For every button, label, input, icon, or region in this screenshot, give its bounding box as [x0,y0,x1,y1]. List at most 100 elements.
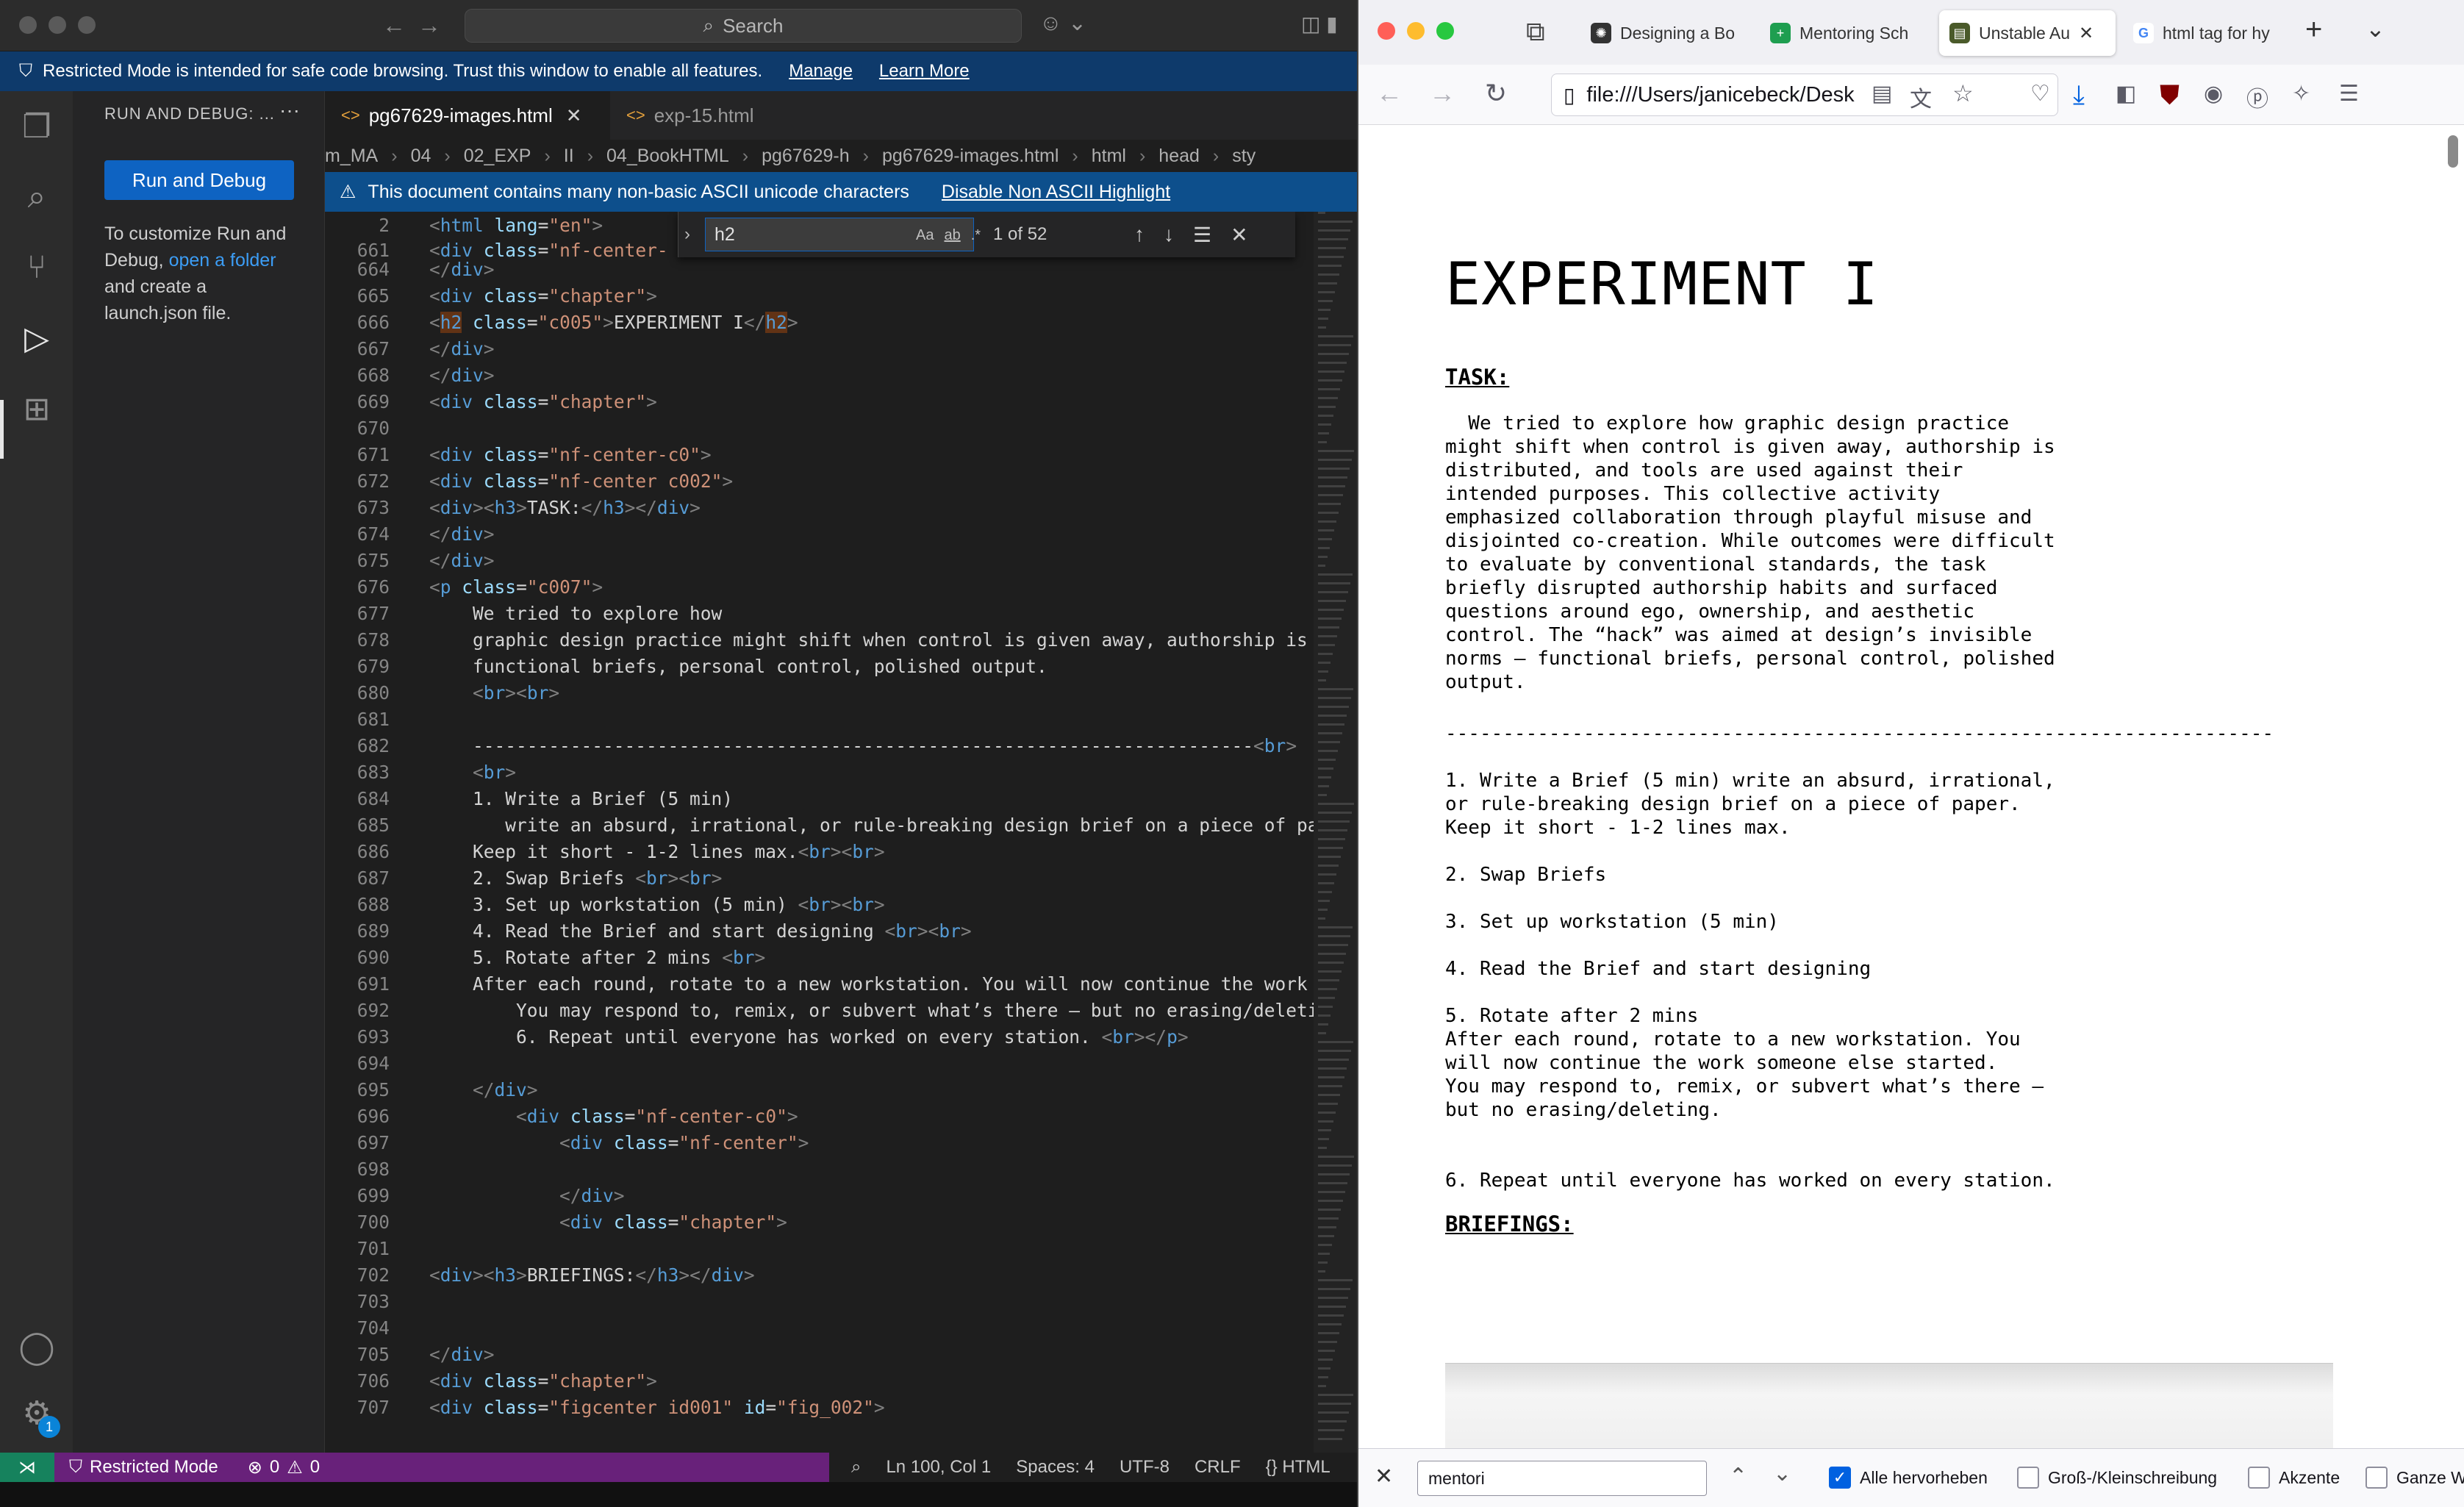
tab-list-chevron-icon[interactable]: ⌄ [2365,15,2385,43]
code-line[interactable]: 698 [325,1156,1314,1182]
code-line[interactable]: 670 [325,415,1314,441]
chevron-up-icon[interactable]: ⌃ [1729,1464,1747,1489]
code-line[interactable]: 678 graphic design practice might shift … [325,626,1314,653]
disable-ascii-highlight-link[interactable]: Disable Non ASCII Highlight [942,182,1170,203]
download-icon[interactable]: ⤓ [2073,79,2085,111]
code-line[interactable]: 673 <div><h3>TASK:</h3></div> [325,494,1314,520]
code-line[interactable]: 675 </div> [325,547,1314,573]
code-line[interactable]: 684 1. Write a Brief (5 min) [325,785,1314,812]
code-line[interactable]: 705 </div> [325,1341,1314,1367]
breadcrumb-item[interactable]: 04_BookHTML [606,146,729,167]
remote-icon[interactable]: ⋊ [0,1453,54,1482]
close-window-button[interactable] [19,16,37,34]
whole-word-icon[interactable]: ab [944,227,960,244]
tab-overview-icon[interactable]: ⧉ [1526,16,1545,48]
breadcrumb-item[interactable]: II [564,146,574,167]
minimize-window-button[interactable] [49,16,66,34]
regex-icon[interactable]: .* [971,227,981,244]
command-center-search[interactable]: ⌕ Search [465,9,1022,43]
code-line[interactable]: 687 2. Swap Briefs <br><br> [325,865,1314,891]
zoom-window-button[interactable] [78,16,96,34]
code-line[interactable]: 691 After each round, rotate to a new wo… [325,970,1314,997]
extensions-icon[interactable]: ✧ [2292,81,2310,107]
reader-view-icon[interactable]: ▤ [1872,81,1892,107]
whole-words-checkbox[interactable]: Ganze W [2365,1467,2464,1489]
close-icon[interactable]: ✕ [566,104,582,127]
code-line[interactable]: 695 </div> [325,1076,1314,1103]
code-line[interactable]: 690 5. Rotate after 2 mins <br> [325,944,1314,970]
code-editor[interactable]: 2 <html lang="en"> 661 <div class="nf-cente… [325,212,1357,1453]
code-line[interactable]: 706 <div class="chapter"> [325,1367,1314,1394]
chevron-down-icon[interactable]: ⌄ [1773,1461,1791,1486]
code-line[interactable]: 699 </div> [325,1182,1314,1209]
find-in-selection-icon[interactable]: ☰ [1193,223,1211,247]
ublock-icon[interactable]: ⛊ [2160,79,2180,111]
learn-more-link[interactable]: Learn More [879,61,970,82]
browser-tab-unstable[interactable]: ▤ Unstable Au ✕ [1939,10,2116,56]
code-line[interactable]: 702 <div><h3>BRIEFINGS:</h3></div> [325,1261,1314,1288]
close-window-button[interactable] [1378,22,1395,40]
code-line[interactable]: 664 </div> [325,256,1314,282]
tab-pg67629-images[interactable]: <> pg67629-images.html ✕ [325,91,610,140]
reload-icon[interactable]: ↻ [1485,78,1507,109]
code-line[interactable]: 666 <h2 class="c005">EXPERIMENT I</h2> [325,309,1314,335]
close-icon[interactable]: ✕ [1231,223,1247,247]
code-line[interactable]: 689 4. Read the Brief and start designin… [325,917,1314,944]
code-line[interactable]: 681 [325,706,1314,732]
code-line[interactable]: 696 <div class="nf-center-c0"> [325,1103,1314,1129]
forward-icon[interactable]: → [1429,78,1455,109]
code-line[interactable]: 692 You may respond to, remix, or subver… [325,997,1319,1023]
language-mode[interactable]: {} HTML [1266,1457,1331,1478]
code-line[interactable]: 669 <div class="chapter"> [325,388,1314,415]
breadcrumb-item[interactable]: pg67629-h [762,146,850,167]
translate-icon[interactable]: 文 [1910,81,1932,113]
search-icon[interactable]: ⌕ [16,176,57,218]
url-bar[interactable]: ▯ file:///Users/janicebeck/Desk [1551,74,2058,116]
scrollbar-thumb[interactable] [2448,135,2458,168]
manage-link[interactable]: Manage [789,61,853,82]
code-line[interactable]: 676 <p class="c007"> [325,573,1314,600]
run-and-debug-button[interactable]: Run and Debug [104,160,294,200]
zoom-icon[interactable]: ⌕ [851,1457,861,1478]
code-line[interactable]: 693 6. Repeat until everyone has worked … [325,1023,1314,1050]
extensions-icon[interactable]: ⊞ [16,388,57,429]
folder-link[interactable]: folder [230,250,276,271]
code-line[interactable]: 685 write an absurd, irrational, or rule… [325,812,1319,838]
code-line[interactable]: 665 <div class="chapter"> [325,282,1314,309]
tab-exp-15[interactable]: <> exp-15.html [610,91,831,140]
chevron-right-icon[interactable]: › [684,224,690,245]
more-actions-icon[interactable]: ··· [279,99,300,122]
encoding[interactable]: UTF-8 [1120,1457,1170,1478]
arrow-right-icon[interactable]: → [418,12,441,39]
end-of-line[interactable]: CRLF [1195,1457,1241,1478]
sidebar-icon[interactable]: ◧ [2116,81,2136,107]
match-case-checkbox[interactable]: Groß-/Kleinschreibung [2017,1467,2217,1489]
indentation[interactable]: Spaces: 4 [1016,1457,1095,1478]
code-line[interactable]: 680 <br><br> [325,679,1314,706]
breadcrumb-item[interactable]: 02_EXP [464,146,531,167]
account-icon[interactable]: ◉ [2204,81,2223,107]
browser-tab-html-tag[interactable]: G html tag for hy [2123,10,2292,56]
cursor-position[interactable]: Ln 100, Col 1 [886,1457,991,1478]
restricted-mode-status[interactable]: ⛉ Restricted Mode [54,1457,233,1478]
pocket-icon[interactable]: ♡ [2030,81,2050,107]
open-link[interactable]: open a [169,250,225,271]
code-line[interactable]: 700 <div class="chapter"> [325,1209,1314,1235]
run-debug-icon[interactable]: ▷ [16,318,57,359]
code-line[interactable]: 701 [325,1235,1314,1261]
breadcrumb-item[interactable]: m_MA [325,146,378,167]
code-line[interactable]: 667 </div> [325,335,1314,362]
source-control-icon[interactable]: ⑂ [16,247,57,288]
breadcrumb-item[interactable]: pg67629-images.html [882,146,1059,167]
browser-tab-designing[interactable]: ✺ Designing a Bo [1580,10,1752,56]
code-line[interactable]: 686 Keep it short - 1-2 lines max.<br><b… [325,838,1314,865]
breadcrumb-item[interactable]: head [1158,146,1200,167]
code-line[interactable]: 668 </div> [325,362,1314,388]
arrow-up-icon[interactable]: ↑ [1134,223,1145,247]
account-icon[interactable]: ◯ [16,1326,57,1367]
code-line[interactable]: 682 ------------------------------------… [325,732,1314,759]
back-icon[interactable]: ← [1376,78,1403,109]
minimize-window-button[interactable] [1407,22,1425,40]
find-input[interactable]: h2 Aa ab .* [705,218,981,251]
browser-tab-mentoring[interactable]: + Mentoring Sch [1760,10,1932,56]
